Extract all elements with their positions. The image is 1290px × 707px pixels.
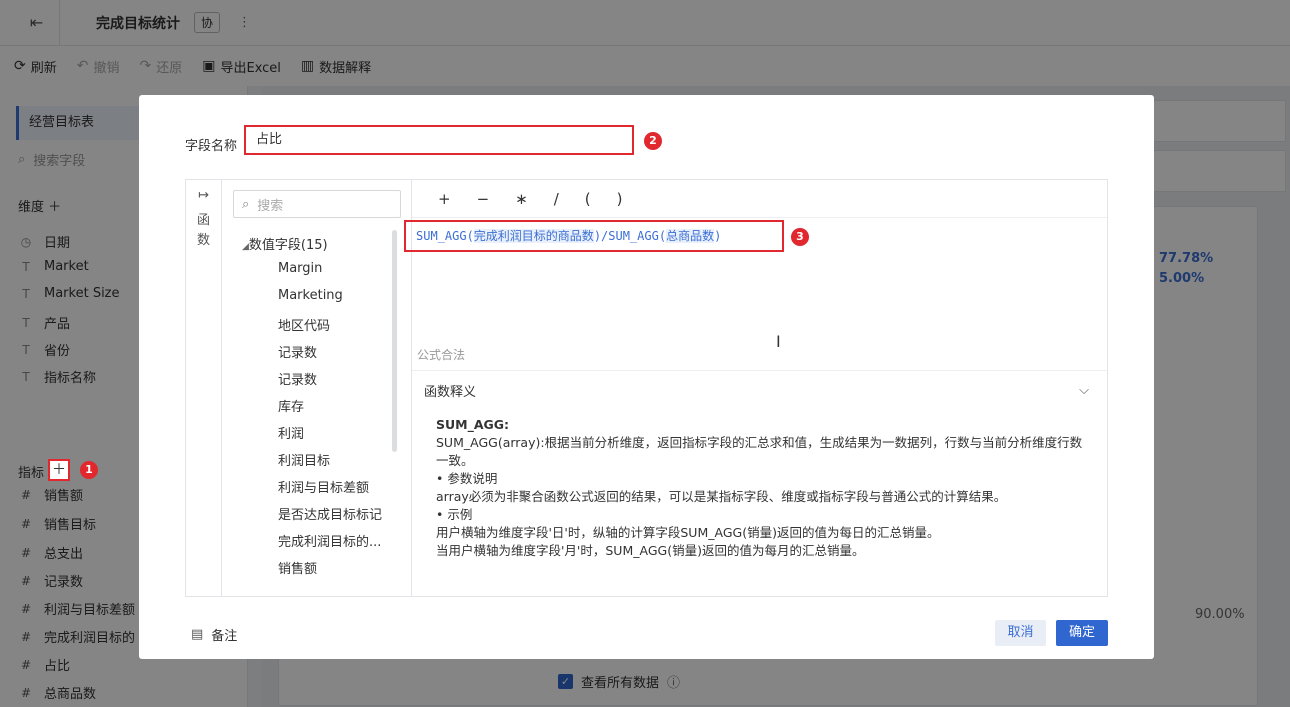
function-description: SUM_AGG: SUM_AGG(array):根据当前分析维度，返回指标字段的… [436, 417, 1083, 558]
field-search-input[interactable]: ⌕ 搜索 [233, 190, 401, 218]
formula-editor: ↦ 函数 ⌕ 搜索 ◢数值字段(15) Margin Marketing 地区代码… [185, 179, 1108, 597]
caret-down-icon: ◢ [242, 242, 249, 252]
field-name-label: 字段名称 [185, 139, 238, 154]
list-item[interactable]: 利润与目标差额 [278, 477, 369, 496]
search-icon: ⌕ [242, 196, 250, 212]
scrollbar[interactable] [392, 230, 397, 452]
list-item[interactable]: 利润目标 [278, 450, 330, 469]
cancel-button[interactable]: 取消 [995, 620, 1046, 646]
chevron-down-icon[interactable]: ⌵ [1079, 383, 1089, 398]
list-item[interactable]: 完成利润目标的... [278, 531, 381, 550]
field-token[interactable]: 总商品数 [666, 229, 715, 243]
operator-bar: + − ∗ / ( ) [412, 180, 1107, 218]
note-button[interactable]: ▤ 备注 [191, 625, 237, 644]
list-item[interactable]: Marketing [278, 288, 343, 303]
field-token[interactable]: 完成利润目标的商品数 [473, 229, 594, 243]
list-item[interactable]: Margin [278, 261, 322, 276]
confirm-button[interactable]: 确定 [1056, 620, 1108, 646]
multiply-operator[interactable]: ∗ [515, 190, 528, 208]
step-marker: 2 [644, 132, 662, 150]
list-item[interactable]: 是否达成目标标记 [278, 504, 382, 523]
add-measure-icon[interactable]: ＋ [48, 459, 70, 481]
formula-input[interactable]: SUM_AGG(完成利润目标的商品数)/SUM_AGG(总商品数) [404, 220, 784, 252]
minus-operator[interactable]: − [477, 190, 490, 208]
open-paren-operator[interactable]: ( [585, 190, 591, 208]
list-item[interactable]: 利润 [278, 423, 304, 442]
expand-arrow-icon[interactable]: ↦ [186, 188, 221, 203]
step-marker: 3 [791, 228, 809, 246]
divide-operator[interactable]: / [554, 190, 559, 208]
plus-operator[interactable]: + [438, 190, 451, 208]
text-cursor-icon: I [776, 332, 781, 351]
function-description-header[interactable]: 函数释义 ⌵ [412, 370, 1107, 410]
function-rail[interactable]: ↦ 函数 [186, 180, 222, 596]
field-name-input[interactable]: 占比 [244, 125, 634, 155]
list-item[interactable]: 库存 [278, 396, 304, 415]
list-item[interactable]: 销售额 [278, 558, 317, 577]
formula-status: 公式合法 [417, 348, 466, 362]
list-item[interactable]: 地区代码 [278, 315, 330, 334]
close-paren-operator[interactable]: ) [617, 190, 623, 208]
list-item[interactable]: 记录数 [278, 342, 317, 361]
field-list-panel: ⌕ 搜索 ◢数值字段(15) Margin Marketing 地区代码 记录数 … [222, 180, 412, 596]
note-icon: ▤ [191, 627, 204, 642]
calc-field-dialog: 字段名称 占比 2 ↦ 函数 ⌕ 搜索 ◢数值字段(15) Margin Mark… [139, 95, 1154, 659]
step-marker: 1 [80, 461, 98, 479]
field-group-numeric[interactable]: ◢数值字段(15) [242, 234, 328, 253]
list-item[interactable]: 记录数 [278, 369, 317, 388]
